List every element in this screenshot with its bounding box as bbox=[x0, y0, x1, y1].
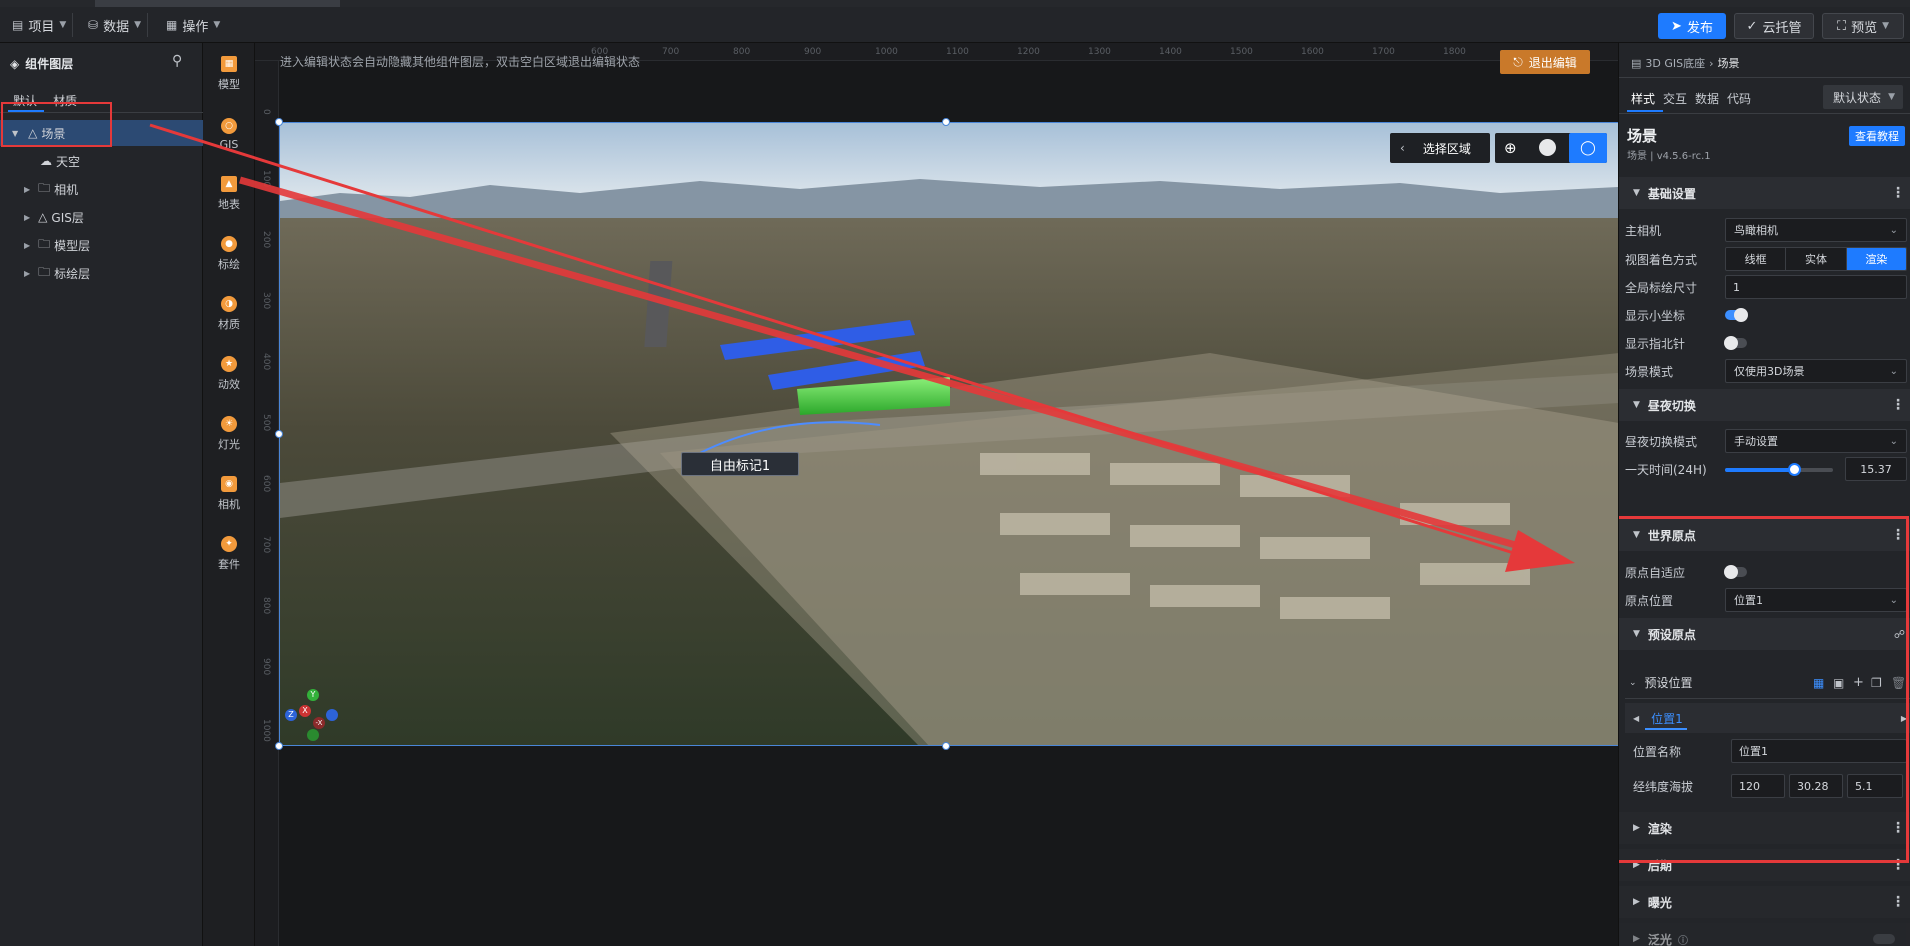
annotation-arrow bbox=[149, 123, 1575, 572]
